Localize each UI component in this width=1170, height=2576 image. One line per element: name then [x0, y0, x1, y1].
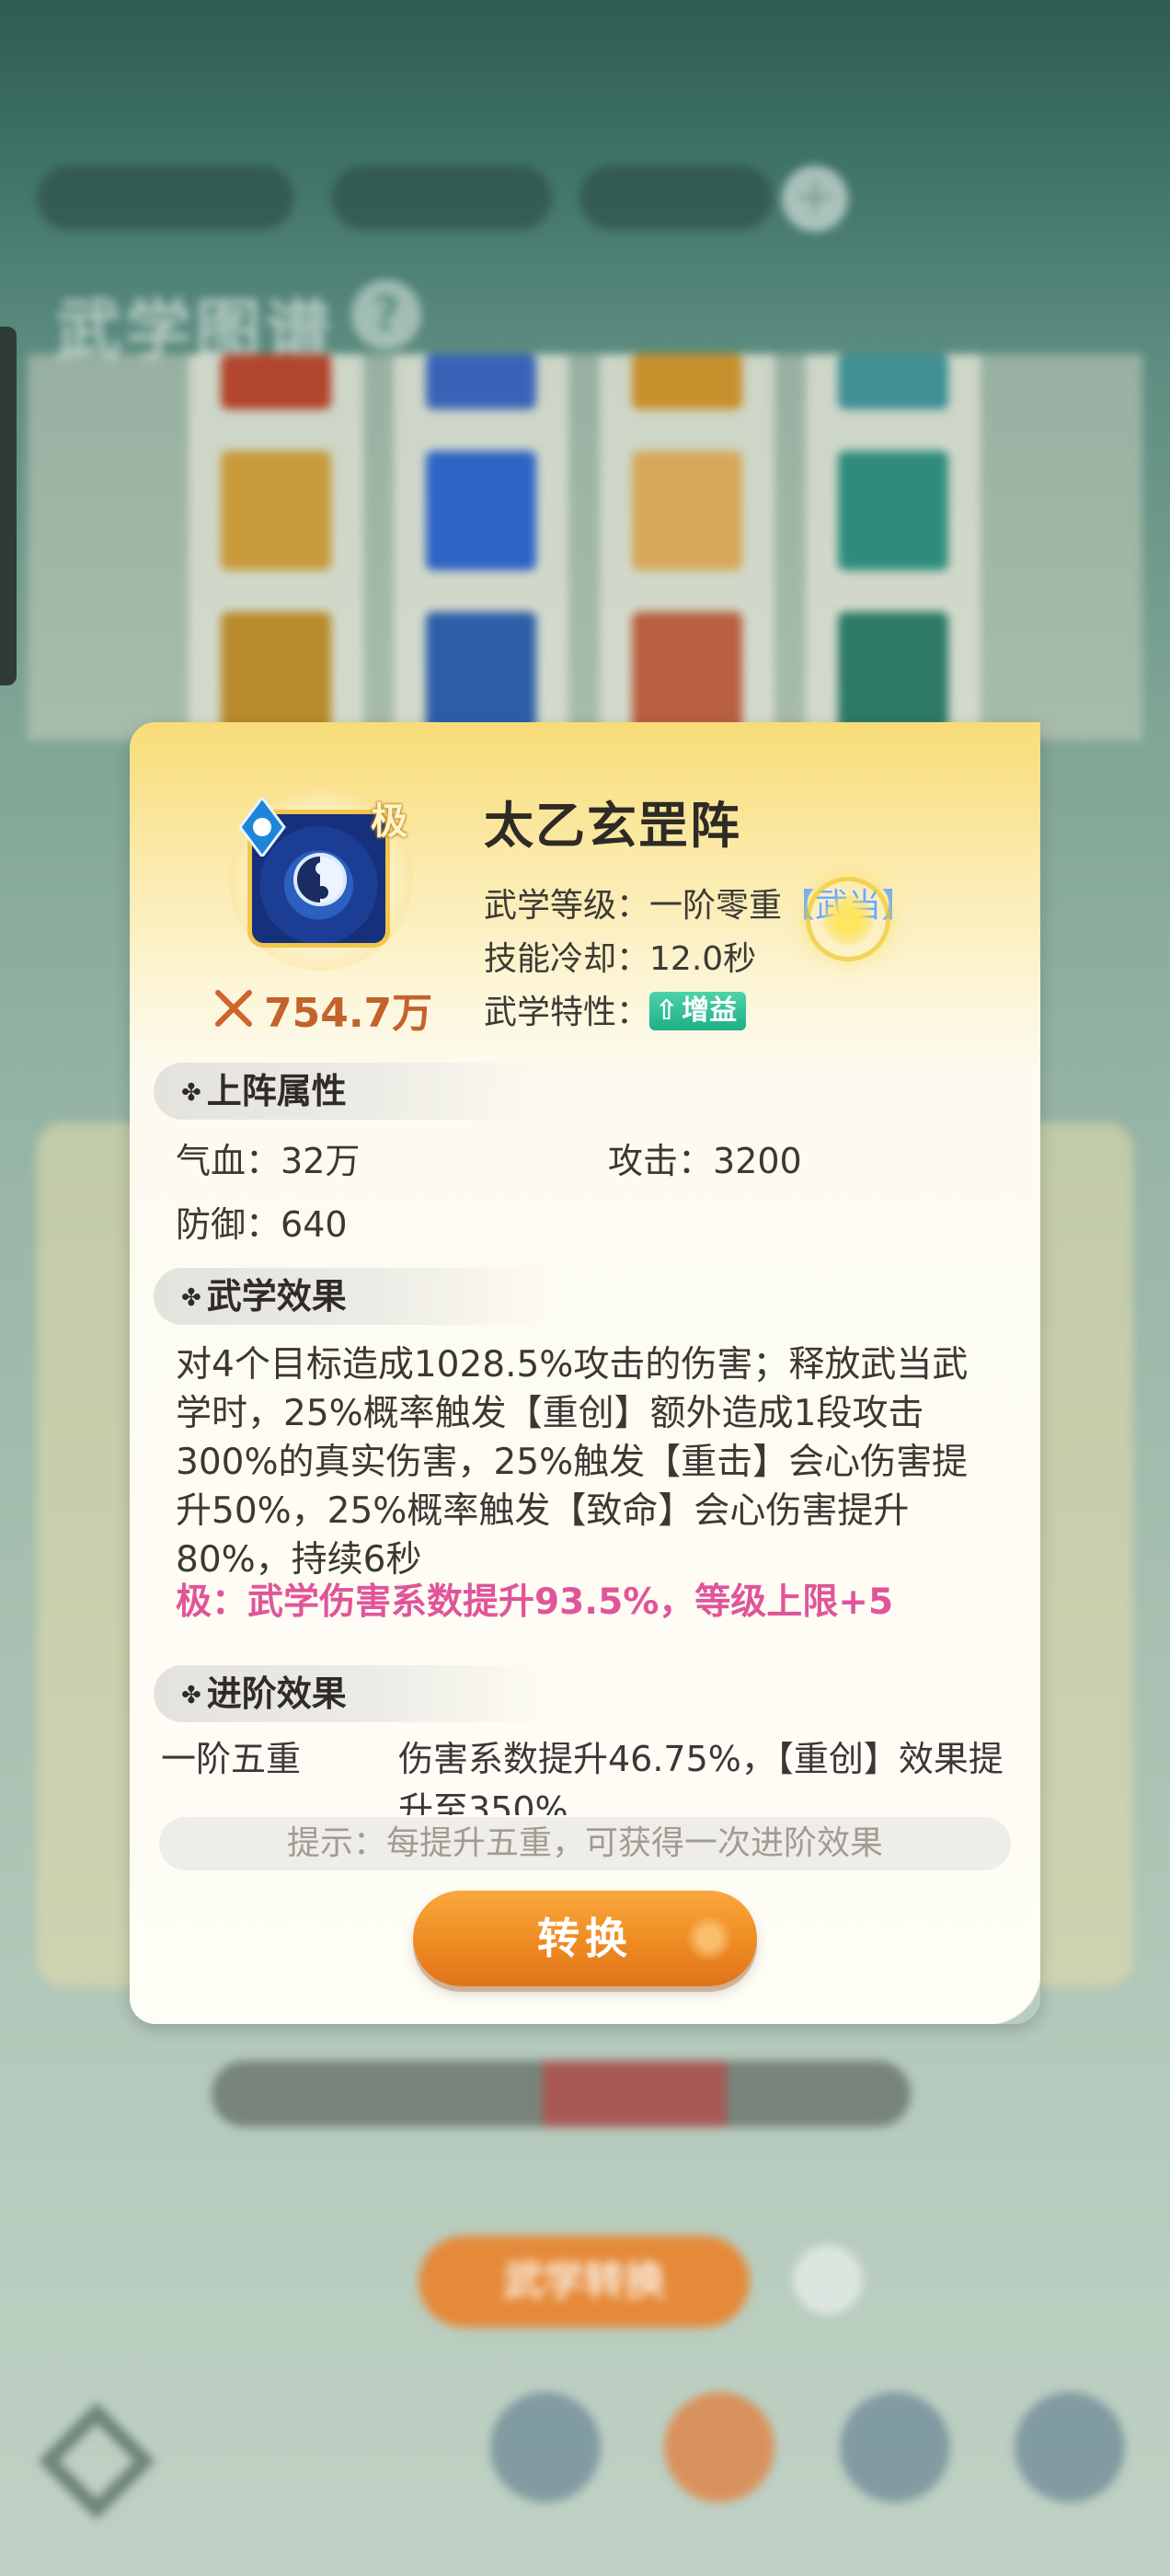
dialog-corner-notch [987, 1971, 1040, 2024]
crossed-swords-icon [215, 990, 252, 1027]
defense-attribute: 防御：640 [176, 1196, 348, 1247]
tap-indicator-glow [821, 893, 875, 947]
taiji-symbol-icon [293, 853, 347, 906]
skill-card[interactable] [221, 612, 331, 731]
attack-attribute: 攻击：3200 [608, 1133, 802, 1183]
buff-tag-label: 增益 [682, 995, 738, 1027]
advance-section-title: 进阶效果 [206, 1673, 347, 1714]
skill-level-label: 武学等级： [484, 887, 650, 925]
skill-name: 太乙玄罡阵 [484, 797, 741, 855]
nav-tab-3-icon[interactable] [840, 2392, 950, 2502]
nav-tab-4-icon[interactable] [1015, 2392, 1125, 2502]
trait-row: 武学特性： ⇧ 增益 [484, 985, 747, 1033]
diamond-bullet-icon: ✤ [181, 1079, 201, 1107]
background-convert-button[interactable]: 武学转换 [419, 2236, 750, 2328]
effect-section-header: ✤ 武学效果 [154, 1268, 549, 1325]
advance-hint: 提示：每提升五重，可获得一次进阶效果 [159, 1817, 1011, 1870]
attack-label: 攻击： [608, 1141, 714, 1181]
blue-spark-icon [238, 798, 286, 857]
skill-card[interactable] [426, 612, 536, 731]
resource-pill [579, 166, 773, 230]
skill-card[interactable] [221, 354, 331, 409]
skill-card[interactable] [838, 451, 948, 570]
diamond-menu-icon[interactable] [38, 2402, 155, 2520]
attributes-section-title: 上阵属性 [206, 1071, 347, 1111]
nav-tab-2-icon[interactable] [664, 2392, 774, 2502]
hp-value: 32万 [281, 1141, 361, 1181]
skill-level-value: 一阶零重 [649, 887, 783, 925]
skill-effect-description: 对4个目标造成1028.5%攻击的伤害；释放武当武学时，25%概率触发【重创】额… [176, 1344, 969, 1581]
skill-card[interactable] [838, 612, 948, 731]
combat-power-value: 754.7万 [264, 990, 433, 1037]
diamond-bullet-icon: ✤ [181, 1284, 201, 1312]
resource-pill [37, 166, 294, 230]
extreme-bonus-text: 极：武学伤害系数提升93.5%，等级上限+5 [176, 1581, 894, 1623]
rarity-badge-label: 极 [371, 800, 407, 843]
defense-label: 防御： [176, 1204, 281, 1245]
skill-card[interactable] [838, 354, 948, 409]
skill-card[interactable] [632, 612, 742, 731]
diamond-bullet-icon: ✤ [181, 1682, 201, 1709]
question-icon[interactable]: ? [351, 280, 421, 350]
hp-attribute: 气血：32万 [176, 1133, 360, 1183]
attack-value: 3200 [713, 1141, 802, 1181]
background-info-strip-highlight [543, 2061, 727, 2127]
rarity-badge: 极 [361, 794, 417, 849]
cooldown-value: 12.0秒 [649, 940, 757, 978]
button-sparkle-icon [682, 1911, 737, 1966]
convert-button-label: 转换 [537, 1914, 633, 1963]
resource-pill [331, 166, 552, 230]
hp-label: 气血： [176, 1141, 281, 1181]
advance-stage-description: 伤害系数提升46.75%，【重创】效果提升至350% [398, 1739, 1004, 1815]
skill-card[interactable] [221, 451, 331, 570]
skill-card[interactable] [632, 354, 742, 409]
attributes-section-header: ✤ 上阵属性 [154, 1063, 549, 1120]
nav-tab-1-icon[interactable] [490, 2392, 601, 2502]
skill-card[interactable] [632, 451, 742, 570]
convert-button[interactable]: 转换 [413, 1891, 757, 1986]
buff-up-arrow-icon: ⇧ [655, 995, 679, 1027]
skill-card[interactable] [426, 354, 536, 409]
cooldown-row: 技能冷却：12.0秒 [484, 932, 756, 980]
question-icon[interactable] [793, 2245, 863, 2315]
advance-effect-list[interactable]: 一阶五重 伤害系数提升46.75%，【重创】效果提升至350% [161, 1734, 1035, 1815]
skill-card[interactable] [426, 451, 536, 570]
buff-tag: ⇧ 增益 [649, 992, 747, 1030]
defense-value: 640 [281, 1204, 348, 1245]
skill-detail-dialog: 极 754.7万 太乙玄罡阵 武学等级：一阶零重【武当】 技能冷却：12.0秒 … [130, 722, 1040, 2024]
resource-bar: + [37, 156, 848, 248]
trait-label: 武学特性： [484, 994, 650, 1031]
effect-section-title: 武学效果 [206, 1276, 347, 1317]
side-drawer-handle[interactable] [0, 327, 17, 685]
plus-icon[interactable]: + [782, 166, 848, 232]
advance-stage-label: 一阶五重 [161, 1739, 302, 1779]
advance-section-header: ✤ 进阶效果 [154, 1665, 549, 1722]
cooldown-label: 技能冷却： [484, 940, 650, 978]
